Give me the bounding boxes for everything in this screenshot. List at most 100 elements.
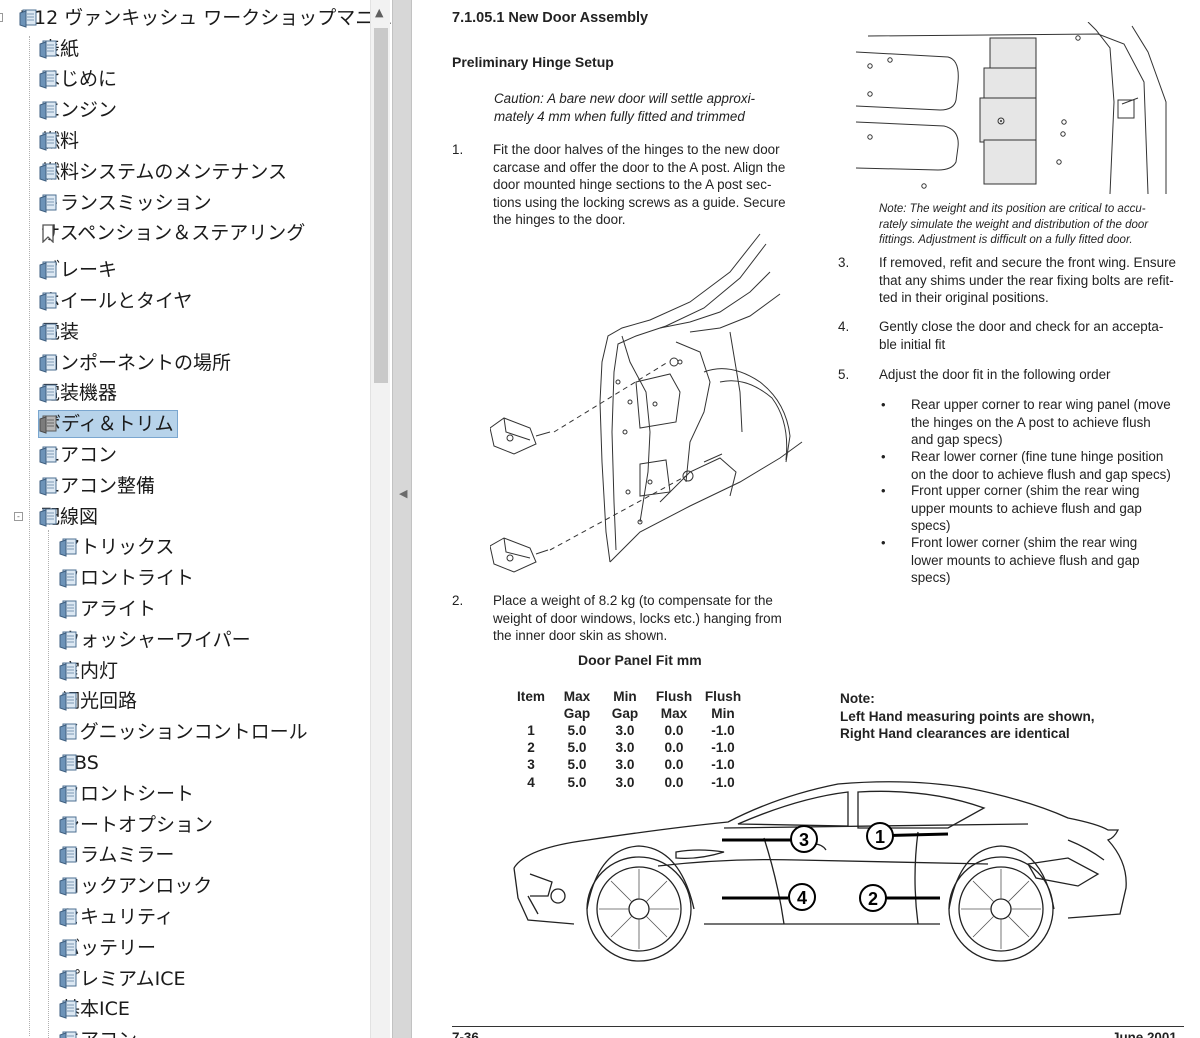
step-number: 5. — [838, 367, 850, 382]
table-cell: 4 — [527, 774, 535, 790]
table-cell: 5.0 — [567, 757, 587, 773]
sidebar-subitem-8-label: フロントシート — [61, 782, 195, 805]
sidebar-item-10[interactable]: コンポーネントの場所 — [38, 348, 234, 378]
step-line: Gently close the door and check for an a… — [879, 319, 1164, 334]
sidebar-subitem-4[interactable]: 室内灯 — [58, 656, 121, 686]
sidebar-item-5[interactable]: トランスミッション — [38, 188, 215, 218]
bullet-line: lower mounts to achieve flush and gap — [911, 552, 1140, 568]
sidebar-subitem-14[interactable]: プレミアムICE — [58, 964, 189, 994]
note-line: Note: — [840, 691, 875, 706]
sidebar-item-5-label: トランスミッション — [41, 191, 212, 214]
bookmark-page-icon — [59, 538, 77, 557]
sidebar-item-13[interactable]: エアコン — [38, 440, 120, 470]
tree-root-manual-label: V12 ヴァンキッシュ ワークショップマニュアル — [21, 7, 392, 29]
step-number: 2. — [452, 593, 464, 608]
marker-2: 2 — [868, 889, 878, 909]
table-cell: -1.0 — [711, 774, 735, 790]
sidebar-subitem-13[interactable]: バッテリー — [58, 933, 159, 963]
step5-text: Adjust the door fit in the following ord… — [879, 367, 1111, 382]
pane-splitter[interactable]: ◀ — [392, 0, 412, 1038]
sidebar-scroll-thumb[interactable] — [374, 28, 388, 383]
sidebar-subitem-6[interactable]: イグニッションコントロール — [58, 717, 311, 747]
sidebar-item-14[interactable]: エアコン整備 — [38, 471, 158, 501]
bookmark-page-icon — [39, 384, 57, 403]
bullet-line: upper mounts to achieve flush and gap — [911, 500, 1142, 516]
marker-3: 3 — [799, 830, 809, 850]
bullet-line: on the door to achieve flush and gap spe… — [911, 466, 1171, 482]
sidebar-subitem-15[interactable]: 基本ICE — [58, 994, 133, 1024]
sidebar-item-6[interactable]: サスペンション＆ステアリング — [38, 218, 308, 248]
note-line: Note: The weight and its position are cr… — [879, 203, 1146, 215]
sidebar-subitem-2[interactable]: リアライト — [58, 594, 159, 624]
bookmark-page-icon — [59, 939, 77, 958]
sidebar-item-3[interactable]: 燃料 — [38, 126, 82, 156]
sidebar-subitem-11[interactable]: ロックアンロック — [58, 871, 215, 901]
sidebar-item-4[interactable]: 燃料システムのメンテナンス — [38, 157, 290, 187]
sidebar-subitem-9[interactable]: シートオプション — [58, 810, 216, 840]
table-cell: 0.0 — [664, 774, 684, 790]
table-cell: -1.0 — [711, 723, 735, 738]
bookmark-page-icon — [59, 877, 77, 896]
step-line: ble initial fit — [879, 336, 946, 352]
sidebar-item-9[interactable]: 電装 — [38, 317, 82, 347]
table-header-cell: Min — [613, 689, 637, 704]
tree-guide-line — [48, 530, 49, 1038]
bookmark-page-icon — [59, 569, 77, 588]
footer-rule — [452, 1026, 1184, 1027]
bookmark-page-icon — [19, 9, 37, 28]
step-line: Place a weight of 8.2 kg (to compensate … — [493, 593, 773, 608]
table-header-cell: Flush — [655, 689, 693, 704]
table-cell: 0.0 — [664, 740, 684, 756]
marker-1: 1 — [875, 827, 885, 847]
bullet-mark: • — [881, 483, 886, 498]
bullet-line: specs) — [911, 570, 951, 586]
bookmark-page-icon — [59, 1031, 77, 1038]
sidebar-item-11[interactable]: 電装機器 — [38, 378, 120, 408]
footer-date: June 2001 — [1112, 1030, 1177, 1038]
sidebar-subitem-10[interactable]: コラムミラー — [58, 840, 177, 870]
table-cell: 0.0 — [664, 757, 684, 773]
sidebar-subitem-0[interactable]: マトリックス — [58, 532, 177, 562]
sidebar-item-8[interactable]: ホイールとタイヤ — [38, 286, 195, 316]
table-cell: 3.0 — [615, 723, 635, 738]
document-page: 7.1.05.1 New Door Assembly Preliminary H… — [412, 0, 1200, 1038]
scroll-up-arrow-icon[interactable]: ▲ — [375, 6, 383, 19]
sidebar-subitem-16[interactable]: エアコン — [58, 1025, 140, 1038]
note-line: fittings. Adjustment is difficult on a f… — [879, 234, 1133, 247]
bookmark-page-icon — [59, 970, 77, 989]
sidebar-item-12[interactable]: ボディ＆トリム — [38, 409, 178, 439]
sidebar-scrollbar[interactable]: ▲ — [370, 0, 390, 1038]
expander-toggle-icon[interactable]: - — [0, 13, 3, 22]
collapse-arrow-icon[interactable]: ◀ — [399, 487, 407, 500]
step3-text: If removed, refit and secure the front w… — [879, 254, 1176, 307]
sidebar-subitem-5[interactable]: 調光回路 — [58, 686, 140, 716]
tree-root-manual[interactable]: - V12 ヴァンキッシュ ワークショップマニュアル — [0, 3, 392, 33]
bookmarks-pane[interactable]: - V12 ヴァンキッシュ ワークショップマニュアル表紙はじめにエンジン燃料燃料シ… — [0, 0, 392, 1038]
sidebar-item-15[interactable]: - 配線図 — [14, 502, 101, 532]
step-number: 4. — [838, 319, 850, 334]
step-line: tions using the locking screws as a guid… — [493, 194, 786, 210]
sidebar-subitem-7[interactable]: ABS — [58, 748, 102, 778]
caution-line: Caution: A bare new door will settle app… — [494, 91, 755, 106]
bullet-item: Rear upper corner to rear wing panel (mo… — [911, 396, 1171, 449]
expander-toggle-icon[interactable]: - — [14, 511, 23, 521]
table-header-cell: Gap — [563, 706, 591, 721]
bookmark-page-icon — [59, 754, 77, 773]
sidebar-item-0[interactable]: 表紙 — [38, 34, 82, 64]
bookmark-page-icon — [39, 323, 57, 342]
bookmark-page-icon — [59, 662, 77, 681]
bullet-item: Front lower corner (shim the rear wing l… — [911, 534, 1140, 587]
sidebar-subitem-3[interactable]: ウォッシャーワイパー — [58, 625, 254, 655]
bookmark-page-icon — [39, 354, 57, 373]
sidebar-subitem-8[interactable]: フロントシート — [58, 779, 197, 809]
sidebar-item-2[interactable]: エンジン — [38, 95, 120, 125]
sidebar-subitem-12[interactable]: セキュリティ — [58, 902, 177, 932]
sidebar-subitem-1[interactable]: フロントライト — [58, 563, 197, 593]
sidebar-item-1[interactable]: はじめに — [38, 64, 120, 94]
sidebar-item-7[interactable]: ブレーキ — [38, 255, 120, 285]
step1-text: Fit the door halves of the hinges to the… — [493, 141, 786, 229]
car-side-illustration: 1 2 3 4 — [513, 781, 1127, 962]
measuring-note: Note: Left Hand measuring points are sho… — [840, 690, 1095, 743]
table-header-cell: Item — [517, 689, 545, 704]
table-cell: 2 — [527, 740, 535, 756]
